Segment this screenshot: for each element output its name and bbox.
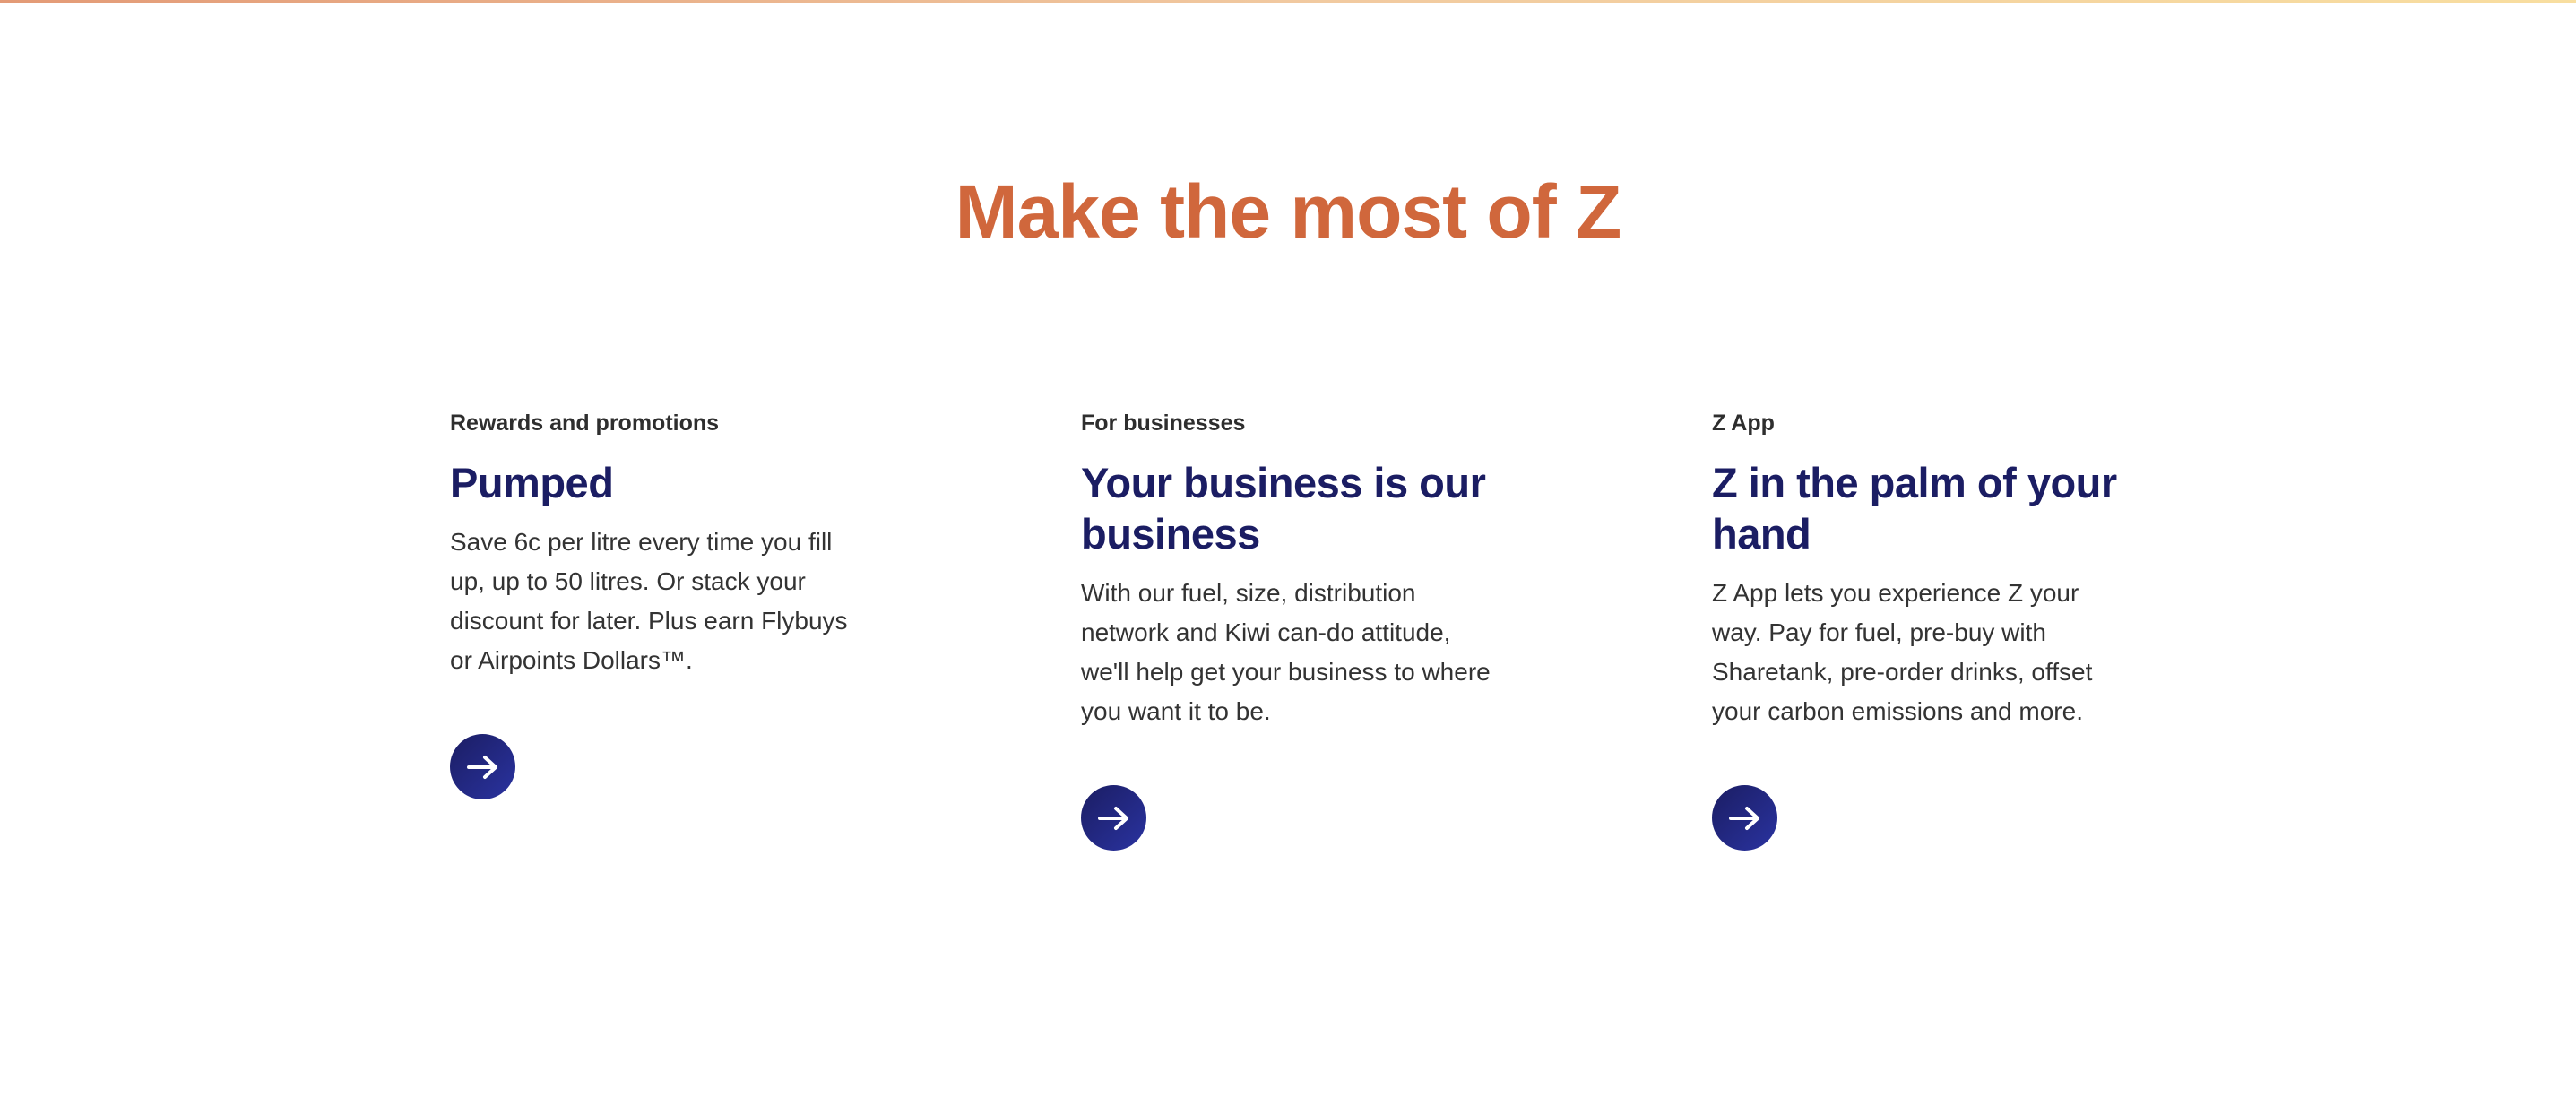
section-title: Make the most of Z (955, 169, 1622, 254)
card-body: Save 6c per litre every time you fill up… (450, 528, 848, 674)
card-businesses: For businesses Your business is our busi… (1081, 405, 1502, 851)
card-rewards: Rewards and promotions Pumped Save 6c pe… (450, 405, 871, 851)
cards-row: Rewards and promotions Pumped Save 6c pe… (450, 405, 2343, 851)
arrow-right-icon (1097, 806, 1128, 830)
arrow-right-icon (466, 755, 497, 779)
card-body: With our fuel, size, distribution networ… (1081, 579, 1491, 725)
card-heading: Z in the palm of your hand (1712, 459, 2117, 557)
card-label: For businesses (1081, 410, 1246, 436)
arrow-right-icon (1728, 806, 1759, 830)
z-app-arrow-button[interactable] (1712, 785, 1777, 851)
card-heading: Your business is our business (1081, 459, 1486, 557)
top-gradient-bar (0, 0, 2576, 3)
card-body: Z App lets you experience Z your way. Pa… (1712, 579, 2093, 725)
card-heading: Pumped (450, 459, 614, 506)
card-label: Rewards and promotions (450, 410, 720, 436)
rewards-arrow-button[interactable] (450, 734, 515, 799)
card-label: Z App (1712, 410, 1775, 436)
card-z-app: Z App Z in the palm of your hand Z App l… (1712, 405, 2133, 851)
businesses-arrow-button[interactable] (1081, 785, 1146, 851)
